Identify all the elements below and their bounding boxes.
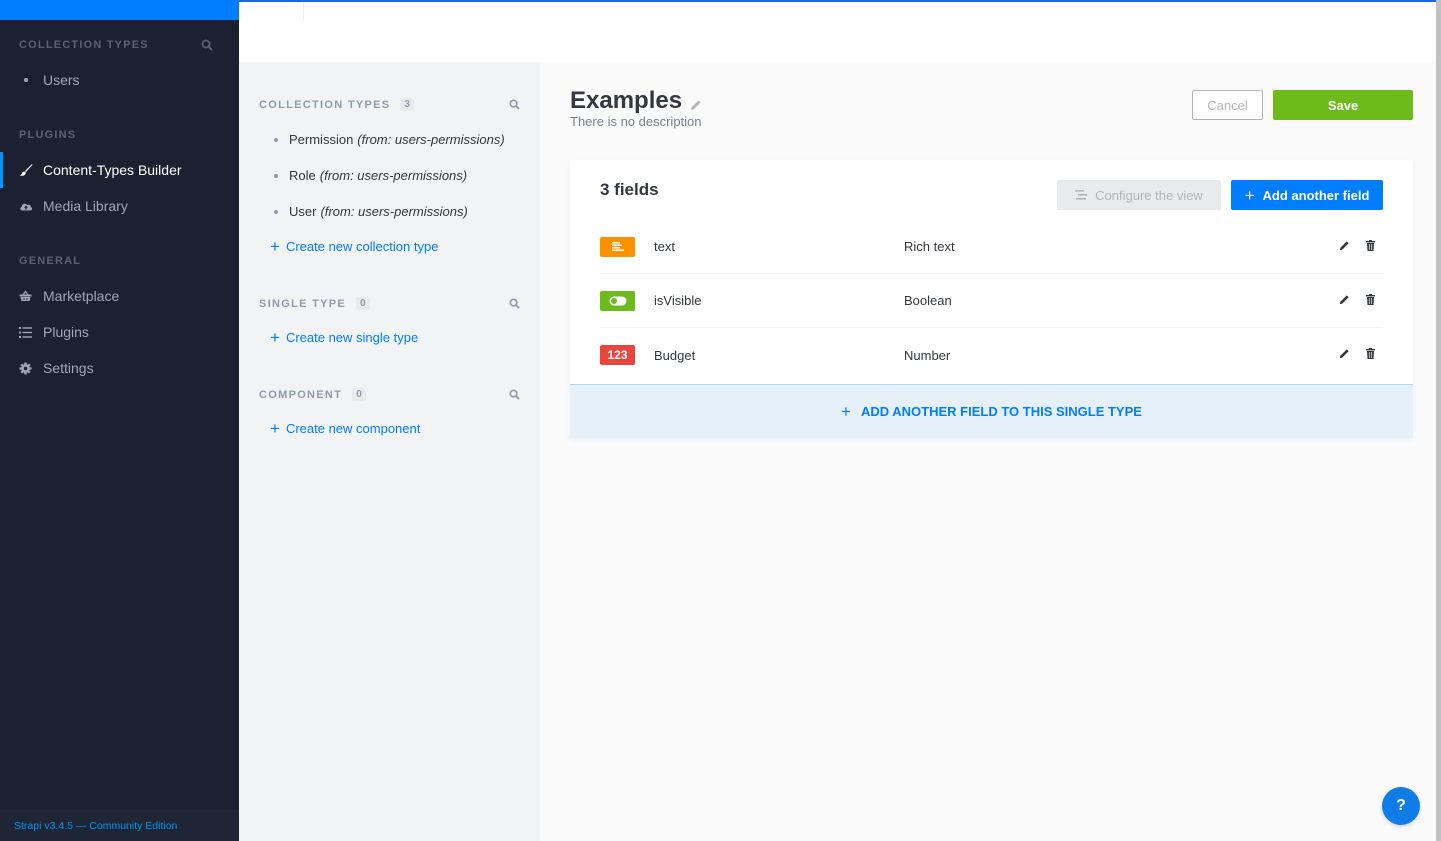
field-row[interactable]: 123 Budget Number <box>600 328 1383 382</box>
link-label: Create new collection type <box>285 239 439 254</box>
gear-icon <box>19 362 43 375</box>
page-description: There is no description <box>570 114 702 129</box>
bullet-icon <box>274 137 278 142</box>
add-another-field-button[interactable]: + Add another field <box>1231 180 1383 210</box>
general-heading: General <box>19 255 82 267</box>
button-label: Configure the view <box>1095 187 1203 203</box>
nav-item-label: Settings <box>43 360 94 376</box>
component-section-heading: Component 0 <box>259 388 366 401</box>
page-title: Examples <box>570 84 702 118</box>
search-icon[interactable] <box>509 296 520 314</box>
link-label: Create new component <box>285 421 421 436</box>
link-label: Create new single type <box>285 330 419 345</box>
paint-brush-icon <box>19 163 43 177</box>
plus-icon: + <box>270 419 280 438</box>
count-badge: 0 <box>352 388 366 401</box>
pencil-icon[interactable] <box>1339 238 1350 256</box>
plus-icon: + <box>1244 185 1255 205</box>
count-badge: 3 <box>400 98 414 111</box>
plus-icon: + <box>270 237 280 256</box>
save-button[interactable]: Save <box>1273 90 1413 120</box>
item-name: User <box>289 204 317 219</box>
nav-item-marketplace[interactable]: Marketplace <box>0 281 239 311</box>
section-title: Single Type <box>259 297 347 310</box>
cloud-upload-icon <box>19 200 43 212</box>
main-content: Examples There is no description Cancel … <box>540 62 1436 841</box>
search-icon[interactable] <box>509 97 520 115</box>
add-field-to-single-type-button[interactable]: + ADD ANOTHER FIELD TO THIS SINGLE TYPE <box>570 384 1413 438</box>
single-type-section-heading: Single Type 0 <box>259 297 370 310</box>
count-badge: 0 <box>356 297 370 310</box>
collection-types-section-heading: Collection Types 3 <box>259 98 414 111</box>
bullet-icon <box>274 173 278 178</box>
help-button[interactable]: ? <box>1382 787 1420 825</box>
brand-bar <box>0 0 239 20</box>
item-source: (from: users-permissions) <box>319 168 468 183</box>
collection-type-item-user[interactable]: User (from: users-permissions) <box>274 204 468 219</box>
trash-icon[interactable] <box>1366 292 1375 310</box>
content-types-sidebar: Collection Types 3 Permission (from: use… <box>239 62 540 841</box>
button-label: ADD ANOTHER FIELD TO THIS SINGLE TYPE <box>860 404 1142 419</box>
field-row[interactable]: isVisible Boolean <box>600 274 1383 328</box>
rich-text-icon <box>600 236 635 257</box>
nav-item-label: Users <box>43 72 80 88</box>
nav-item-label: Marketplace <box>43 288 120 304</box>
nav-item-label: Content-Types Builder <box>43 162 182 178</box>
nav-item-settings[interactable]: Settings <box>0 353 239 383</box>
bullet-icon <box>24 78 28 82</box>
cancel-button[interactable]: Cancel <box>1192 90 1263 120</box>
item-name: Permission <box>289 132 354 147</box>
number-icon: 123 <box>600 345 635 365</box>
configure-view-button[interactable]: Configure the view <box>1057 180 1221 210</box>
fields-card: 3 fields Configure the view + Add anothe… <box>570 160 1413 438</box>
field-name: text <box>654 239 675 254</box>
field-type: Boolean <box>904 293 952 308</box>
page-title-text: Examples <box>570 87 683 114</box>
item-name: Role <box>289 168 316 183</box>
section-title: Component <box>259 388 343 401</box>
nav-item-label: Media Library <box>43 198 128 214</box>
nav-item-label: Plugins <box>43 324 89 340</box>
field-type: Number <box>904 347 951 363</box>
search-icon[interactable] <box>509 387 520 405</box>
create-component-link[interactable]: + Create new component <box>270 420 420 437</box>
create-single-type-link[interactable]: + Create new single type <box>270 329 418 346</box>
item-source: (from: users-permissions) <box>357 132 505 147</box>
nav-item-media-library[interactable]: Media Library <box>0 191 239 221</box>
trash-icon[interactable] <box>1366 346 1375 364</box>
fields-list: text Rich text isVisible Boolean 123 Bud… <box>600 220 1383 382</box>
field-type: Rich text <box>904 239 955 254</box>
nav-item-plugins[interactable]: Plugins <box>0 317 239 347</box>
collection-type-item-permission[interactable]: Permission (from: users-permissions) <box>274 132 505 147</box>
create-collection-type-link[interactable]: + Create new collection type <box>270 238 438 255</box>
fields-count: 3 fields <box>600 180 659 199</box>
plus-icon: + <box>270 328 280 347</box>
field-row[interactable]: text Rich text <box>600 220 1383 274</box>
nav-item-content-types-builder[interactable]: Content-Types Builder <box>0 152 239 188</box>
section-title: Collection Types <box>259 98 391 111</box>
page-scrollbar[interactable] <box>1436 0 1441 841</box>
header-divider <box>303 2 304 20</box>
pencil-icon[interactable] <box>1339 346 1350 364</box>
nav-item-users[interactable]: Users <box>0 65 239 95</box>
toggle-icon <box>600 290 635 311</box>
shopping-basket-icon <box>19 290 43 302</box>
search-icon[interactable] <box>201 38 213 56</box>
plugins-heading: Plugins <box>19 129 77 141</box>
button-label: Add another field <box>1262 187 1370 203</box>
version-footer[interactable]: Strapi v3.4.5 — Community Edition <box>0 810 239 841</box>
item-source: (from: users-permissions) <box>320 204 468 219</box>
top-header <box>239 0 1436 62</box>
bullet-icon <box>274 209 278 214</box>
field-name: isVisible <box>654 293 702 308</box>
trash-icon[interactable] <box>1366 238 1375 256</box>
pencil-icon[interactable] <box>1339 292 1350 310</box>
collection-type-item-role[interactable]: Role (from: users-permissions) <box>274 168 467 183</box>
list-icon <box>19 326 43 338</box>
collection-types-heading: Collection Types <box>19 39 149 51</box>
configure-icon <box>1075 188 1088 203</box>
field-name: Budget <box>654 347 696 363</box>
left-navigation: Collection Types Users Plugins Content-T… <box>0 0 239 841</box>
plus-icon: + <box>841 402 851 421</box>
